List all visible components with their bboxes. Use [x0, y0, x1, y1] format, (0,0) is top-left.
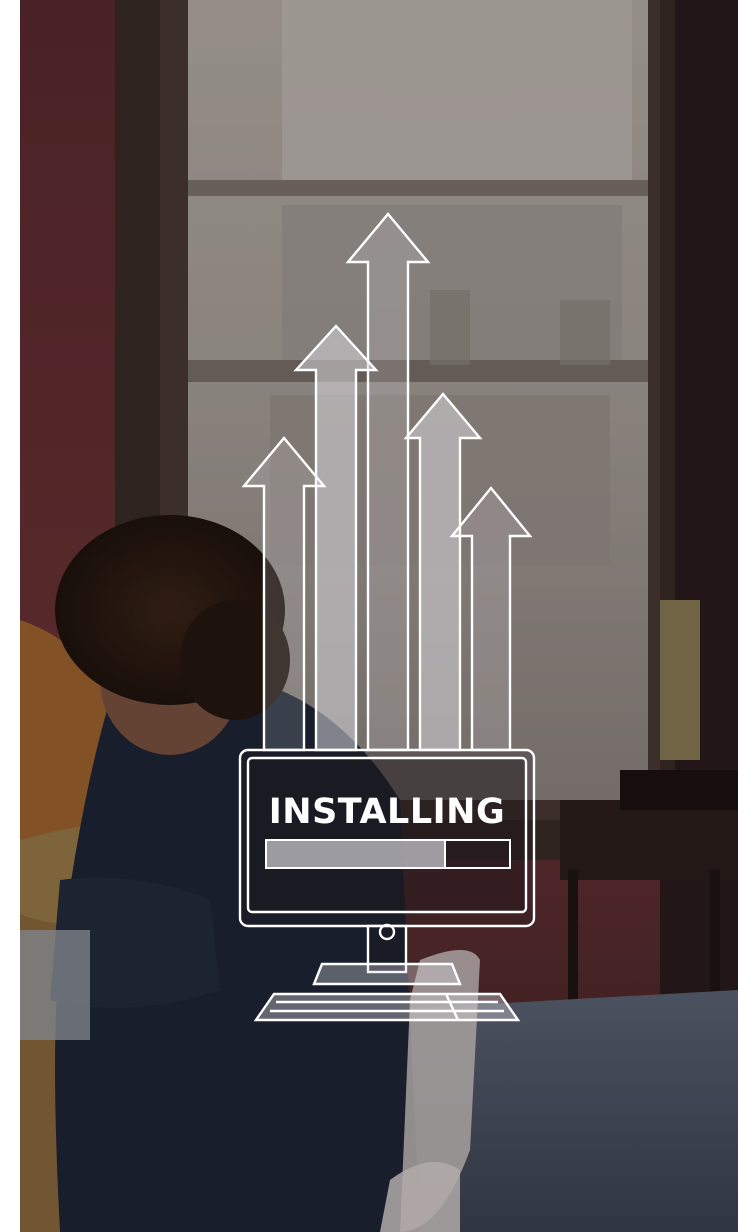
install-progress-fill	[267, 841, 447, 867]
arrow-shape-5	[449, 486, 533, 752]
install-illustration	[238, 212, 536, 1022]
keyboard-shape	[253, 992, 521, 1022]
upload-arrows-icon	[241, 212, 533, 752]
arrow-shape-3	[241, 436, 327, 752]
arrow-shape-4	[403, 392, 483, 752]
arrow-shape-1	[345, 212, 431, 752]
install-progress-bar	[265, 839, 511, 869]
arrow-shape-2	[293, 324, 379, 752]
installing-status-label: INSTALLING	[268, 792, 506, 832]
monitor-stand-base	[312, 962, 462, 986]
